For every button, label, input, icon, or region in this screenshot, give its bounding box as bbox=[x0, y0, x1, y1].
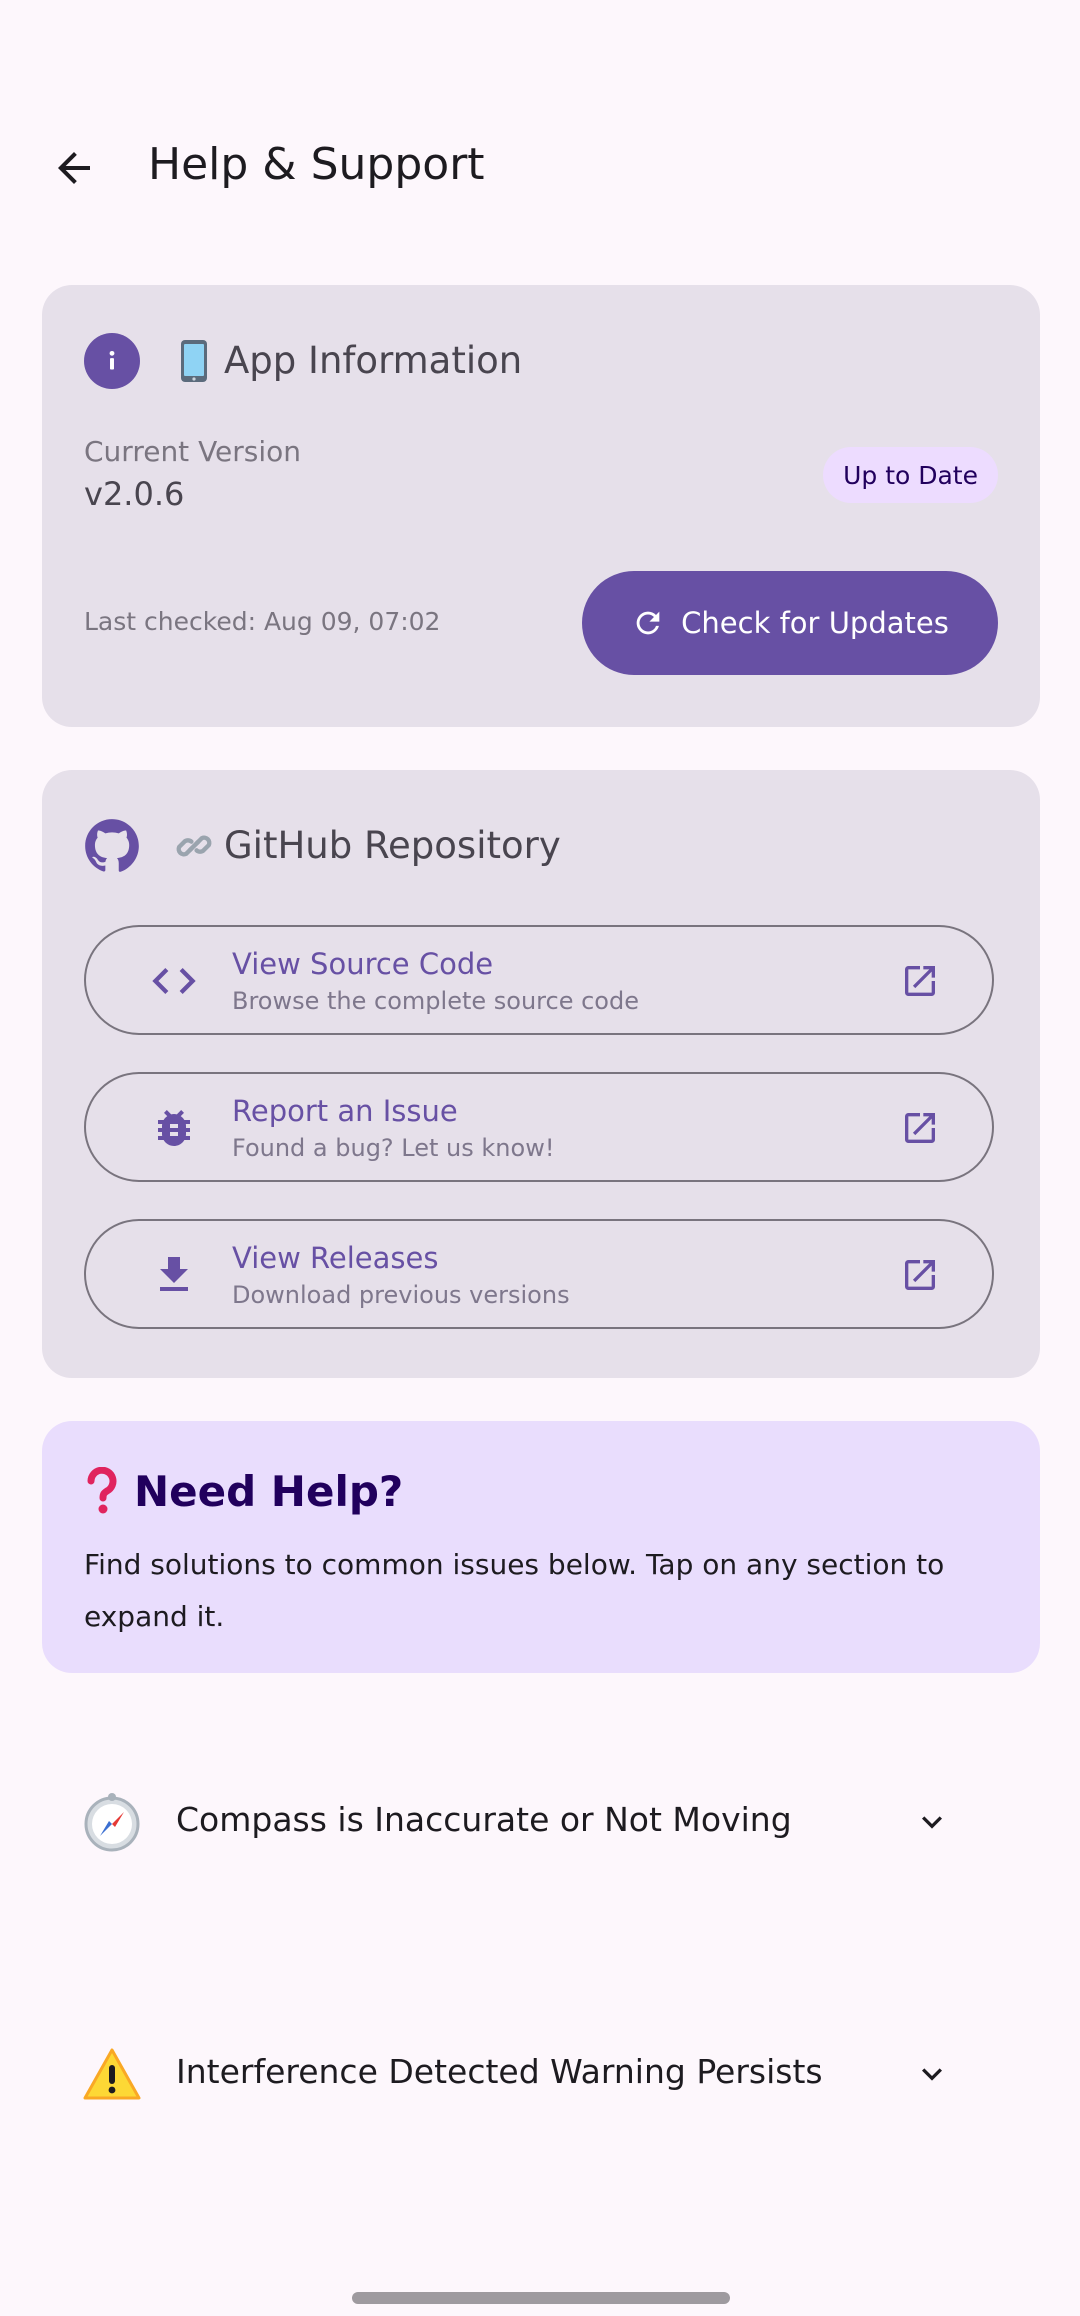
app-information-header: App Information bbox=[84, 330, 522, 392]
check-for-updates-button[interactable]: Check for Updates bbox=[582, 571, 998, 675]
refresh-icon bbox=[631, 606, 665, 640]
version-value: v2.0.6 bbox=[84, 475, 185, 513]
link-subtitle: Found a bug? Let us know! bbox=[232, 1134, 555, 1162]
version-label: Current Version bbox=[84, 435, 302, 468]
need-help-title: Need Help? bbox=[134, 1466, 404, 1516]
back-button[interactable] bbox=[38, 132, 110, 204]
faq-item-interference-warning[interactable]: Interference Detected Warning Persists bbox=[42, 2014, 1040, 2134]
page-title: Help & Support bbox=[148, 139, 485, 190]
status-badge: Up to Date bbox=[823, 447, 998, 503]
code-icon bbox=[146, 953, 202, 1009]
chevron-down-icon bbox=[912, 1802, 952, 1842]
link-emoji bbox=[174, 823, 214, 869]
question-mark-emoji bbox=[84, 1465, 120, 1517]
check-for-updates-label: Check for Updates bbox=[681, 606, 949, 640]
link-title: View Releases bbox=[232, 1241, 439, 1275]
need-help-description: Find solutions to common issues below. T… bbox=[84, 1548, 945, 1633]
link-subtitle: Browse the complete source code bbox=[232, 987, 639, 1015]
link-subtitle: Download previous versions bbox=[232, 1281, 570, 1309]
mobile-phone-emoji bbox=[174, 338, 214, 384]
faq-label: Interference Detected Warning Persists bbox=[176, 2052, 823, 2091]
view-releases-button[interactable]: View Releases Download previous versions bbox=[84, 1219, 994, 1329]
open-external-icon bbox=[900, 1255, 940, 1295]
need-help-header: Need Help? bbox=[84, 1465, 403, 1517]
github-header: GitHub Repository bbox=[84, 815, 561, 877]
app-information-card: App Information Current Version v2.0.6 U… bbox=[42, 285, 1040, 727]
bug-icon bbox=[146, 1100, 202, 1156]
link-title: View Source Code bbox=[232, 947, 494, 981]
warning-icon bbox=[82, 2044, 142, 2104]
top-app-bar: Help & Support bbox=[0, 110, 1080, 210]
info-icon bbox=[84, 333, 140, 389]
open-external-icon bbox=[900, 1108, 940, 1148]
download-icon bbox=[146, 1247, 202, 1303]
arrow-back-icon bbox=[58, 152, 90, 184]
link-title: Report an Issue bbox=[232, 1094, 458, 1128]
view-source-code-button[interactable]: View Source Code Browse the complete sou… bbox=[84, 925, 994, 1035]
github-icon bbox=[84, 818, 140, 874]
status-bar bbox=[0, 0, 1080, 90]
card-title: GitHub Repository bbox=[224, 824, 561, 867]
gesture-navigation-bar[interactable] bbox=[352, 2292, 730, 2304]
card-title: App Information bbox=[224, 339, 523, 382]
chevron-down-icon bbox=[912, 2054, 952, 2094]
report-an-issue-button[interactable]: Report an Issue Found a bug? Let us know… bbox=[84, 1072, 994, 1182]
faq-label: Compass is Inaccurate or Not Moving bbox=[176, 1800, 792, 1839]
compass-icon bbox=[82, 1792, 142, 1852]
github-repository-card: GitHub Repository View Source Code Brows… bbox=[42, 770, 1040, 1378]
faq-item-compass-inaccurate[interactable]: Compass is Inaccurate or Not Moving bbox=[42, 1762, 1040, 1882]
need-help-card: Need Help? Find solutions to common issu… bbox=[42, 1421, 1040, 1673]
open-external-icon bbox=[900, 961, 940, 1001]
last-checked-text: Last checked: Aug 09, 07:02 bbox=[84, 607, 441, 636]
